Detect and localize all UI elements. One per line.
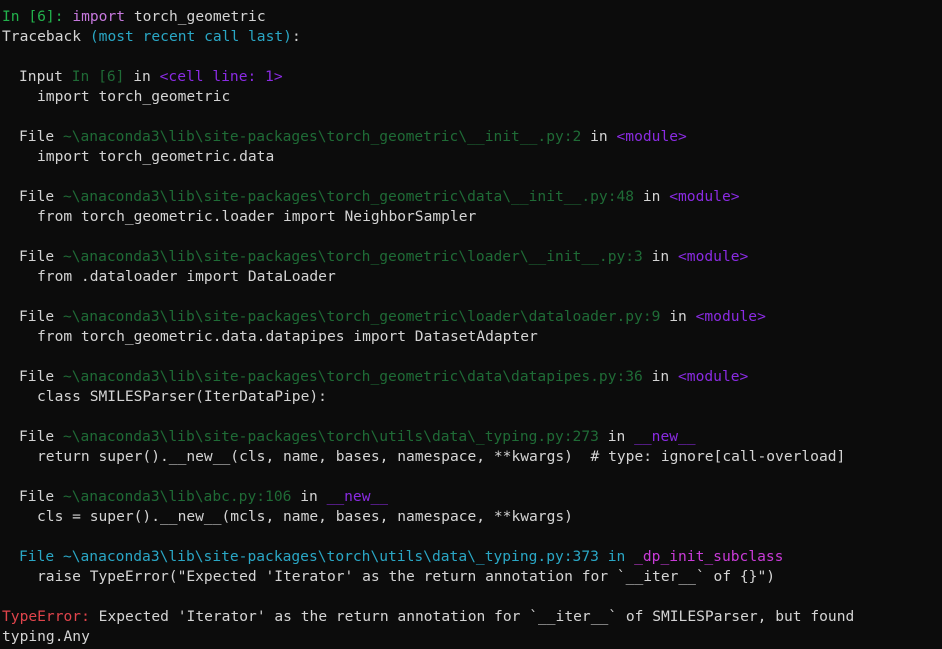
frame-in: in <box>669 308 687 325</box>
frame-location: ~\anaconda3\lib\site-packages\torch_geom… <box>62 188 635 205</box>
frame-label: File <box>19 428 55 445</box>
frame-scope: __new__ <box>326 488 389 505</box>
frame-scope: <module> <box>695 308 766 325</box>
frame-code: from .dataloader import DataLoader <box>37 268 336 285</box>
in-prompt-label: In [6]: <box>2 8 64 25</box>
frame-location: ~\anaconda3\lib\site-packages\torch\util… <box>62 548 599 565</box>
error-message: Expected 'Iterator' as the return annota… <box>98 608 855 625</box>
frame-scope: _dp_init_subclass <box>634 548 784 565</box>
frame-code: raise TypeError("Expected 'Iterator' as … <box>37 568 776 585</box>
frame-scope: <module> <box>669 188 740 205</box>
frame-header: File ~\anaconda3\lib\site-packages\torch… <box>2 187 940 207</box>
frame-in: in <box>651 368 670 385</box>
frame-scope: <module> <box>616 128 687 145</box>
error-message-cont: typing.Any <box>2 628 90 645</box>
error-line-cont: typing.Any <box>2 627 940 647</box>
frame-code: import torch_geometric.data <box>37 148 275 165</box>
frame-label: File <box>19 248 55 265</box>
traceback-paren: (most recent call last) <box>89 28 292 45</box>
frame-label: File <box>19 488 55 505</box>
import-keyword: import <box>72 8 126 25</box>
frame-scope: __new__ <box>634 428 696 445</box>
frame-code: from torch_geometric.loader import Neigh… <box>37 208 477 225</box>
error-line: TypeError: Expected 'Iterator' as the re… <box>2 607 940 627</box>
frame-code: return super().__new__(cls, name, bases,… <box>37 448 846 465</box>
traceback-colon: : <box>291 28 301 45</box>
frame-location: In [6] <box>71 68 125 85</box>
frame-in: in <box>607 548 626 565</box>
frame-code: import torch_geometric <box>37 88 231 105</box>
frame-location: ~\anaconda3\lib\site-packages\torch\util… <box>62 428 599 445</box>
frame-location: ~\anaconda3\lib\site-packages\torch_geom… <box>62 128 582 145</box>
traceback-word: Traceback <box>2 28 82 45</box>
frame-in: in <box>607 428 626 445</box>
frame-location: ~\anaconda3\lib\site-packages\torch_geom… <box>62 308 661 325</box>
frame-code: class SMILESParser(IterDataPipe): <box>37 388 327 405</box>
frame-scope: <cell line: 1> <box>159 68 283 85</box>
frame-header: File ~\anaconda3\lib\site-packages\torch… <box>2 427 940 447</box>
terminal-output: In [6]: import torch_geometric Traceback… <box>2 7 940 647</box>
input-prompt-line: In [6]: import torch_geometric <box>2 7 940 27</box>
frame-in: in <box>642 188 661 205</box>
frame-header: File ~\anaconda3\lib\site-packages\torch… <box>2 307 940 327</box>
frame-label: File <box>19 308 55 325</box>
frame-label: Input <box>19 68 63 85</box>
frame-header: File ~\anaconda3\lib\site-packages\torch… <box>2 127 940 147</box>
frame-code: cls = super().__new__(mcls, name, bases,… <box>37 508 573 525</box>
frame-header: File ~\anaconda3\lib\site-packages\torch… <box>2 367 940 387</box>
frame-header: File ~\anaconda3\lib\site-packages\torch… <box>2 247 940 267</box>
frame-in: in <box>133 68 151 85</box>
frame-header: Input In [6] in <cell line: 1> <box>2 67 940 87</box>
frame-location: ~\anaconda3\lib\abc.py:106 <box>62 488 292 505</box>
traceback-header: Traceback (most recent call last): <box>2 27 940 47</box>
frame-header: File ~\anaconda3\lib\abc.py:106 in __new… <box>2 487 940 507</box>
frame-scope: <module> <box>678 248 749 265</box>
error-type: TypeError: <box>2 608 90 625</box>
frame-in: in <box>300 488 318 505</box>
frame-label: File <box>19 188 55 205</box>
traceback-frames: Input In [6] in <cell line: 1> import tor… <box>2 67 940 607</box>
frame-in: in <box>651 248 670 265</box>
frame-label: File <box>19 128 55 145</box>
frame-code: from torch_geometric.data.datapipes impo… <box>37 328 538 345</box>
frame-location: ~\anaconda3\lib\site-packages\torch_geom… <box>62 368 643 385</box>
frame-label: File <box>19 368 55 385</box>
import-module: torch_geometric <box>133 8 266 25</box>
frame-scope: <module> <box>678 368 749 385</box>
frame-location: ~\anaconda3\lib\site-packages\torch_geom… <box>62 248 643 265</box>
frame-label: File <box>19 548 55 565</box>
frame-header: File ~\anaconda3\lib\site-packages\torch… <box>2 547 940 567</box>
frame-in: in <box>590 128 608 145</box>
